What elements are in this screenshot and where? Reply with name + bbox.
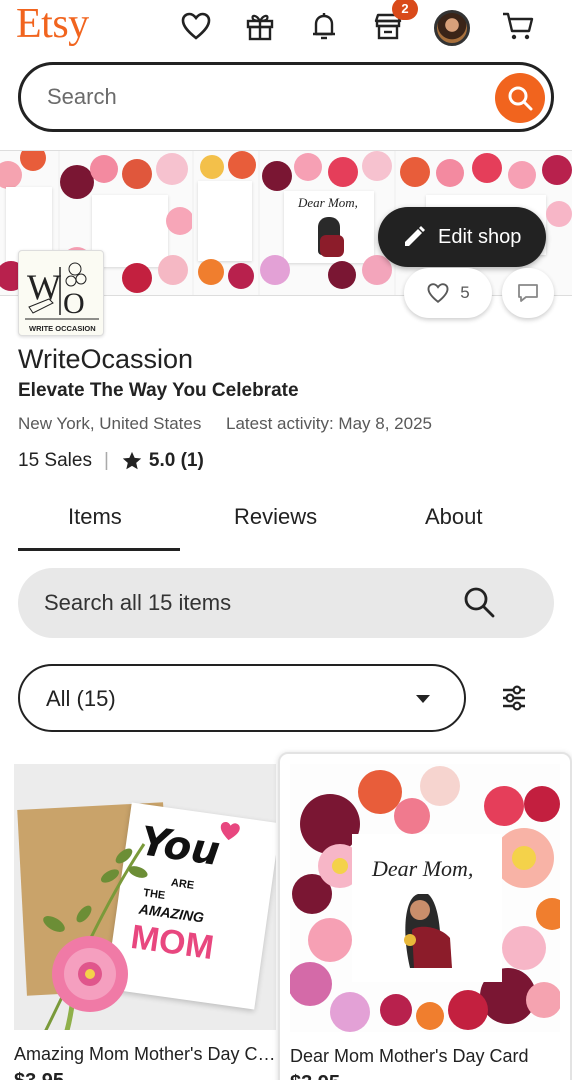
listing-title[interactable]: Dear Mom Mother's Day Card bbox=[290, 1046, 560, 1067]
notification-badge: 2 bbox=[392, 0, 418, 20]
shop-rating[interactable]: 5.0 (1) bbox=[149, 450, 204, 472]
star-icon bbox=[122, 451, 142, 470]
section-select-value: All (15) bbox=[46, 686, 116, 711]
latest-activity: Latest activity: May 8, 2025 bbox=[226, 414, 432, 433]
etsy-logo[interactable]: Etsy bbox=[16, 0, 89, 48]
banner-card-text: Dear Mom, bbox=[298, 195, 358, 210]
filter-button[interactable] bbox=[494, 680, 534, 716]
sliders-icon bbox=[503, 685, 525, 711]
bell-icon bbox=[313, 13, 335, 40]
active-tab-indicator bbox=[18, 548, 180, 551]
gift-button[interactable] bbox=[242, 8, 278, 44]
items-search-input[interactable] bbox=[44, 568, 444, 638]
favorites-count: 5 bbox=[460, 283, 470, 302]
favorites-button[interactable] bbox=[178, 8, 214, 44]
logo-letter-o: O bbox=[63, 287, 85, 320]
heart-icon bbox=[181, 12, 211, 40]
search-icon bbox=[508, 86, 533, 111]
items-search-bar bbox=[18, 568, 554, 638]
shop-location: New York, United States bbox=[18, 414, 202, 433]
banner-panel: Dear Mom, bbox=[260, 151, 394, 295]
listing-card[interactable]: Dear Mom, Dear Mom Mother's Day Card $3.… bbox=[278, 752, 572, 1080]
top-bar: Etsy 2 bbox=[0, 0, 572, 56]
gift-icon bbox=[246, 14, 274, 41]
tab-about[interactable]: About bbox=[425, 504, 483, 530]
shop-logo-art: W O WRITE OCCASION bbox=[25, 262, 99, 333]
listing-title[interactable]: Amazing Mom Mother's Day Card bbox=[14, 1044, 276, 1065]
heart-icon bbox=[427, 283, 449, 304]
shop-stats: 15 Sales | 5.0 (1) bbox=[18, 450, 204, 472]
avatar[interactable] bbox=[434, 10, 470, 46]
message-icon bbox=[518, 284, 538, 302]
edit-shop-button[interactable]: Edit shop bbox=[378, 207, 546, 267]
shop-tagline: Elevate The Way You Celebrate bbox=[18, 380, 299, 401]
tab-items[interactable]: Items bbox=[68, 504, 122, 530]
search-button[interactable] bbox=[495, 73, 545, 123]
search-icon[interactable] bbox=[462, 585, 496, 619]
listing-image[interactable]: Dear Mom, bbox=[290, 764, 560, 1032]
flower-illustration bbox=[43, 843, 148, 1030]
search-bar bbox=[18, 62, 554, 132]
logo-caption: WRITE OCCASION bbox=[29, 324, 96, 333]
cart-icon bbox=[503, 12, 534, 40]
favorite-shop-button[interactable]: 5 bbox=[404, 268, 492, 318]
divider: | bbox=[103, 450, 109, 471]
message-shop-button[interactable] bbox=[502, 268, 554, 318]
tab-reviews[interactable]: Reviews bbox=[234, 504, 317, 530]
shop-manager-button[interactable]: 2 bbox=[370, 0, 418, 44]
banner-panel bbox=[194, 151, 258, 295]
card-text: Dear Mom, bbox=[372, 856, 474, 881]
section-select[interactable]: All (15) bbox=[18, 664, 466, 732]
notifications-button[interactable] bbox=[306, 8, 342, 44]
shop-logo[interactable]: W O WRITE OCCASION bbox=[18, 250, 104, 336]
listing-image[interactable]: You ARE THE AMAZING MOM bbox=[14, 764, 276, 1030]
flower-frame-illustration bbox=[290, 766, 560, 1032]
edit-shop-label: Edit shop bbox=[438, 225, 522, 248]
listing-card[interactable]: You ARE THE AMAZING MOM Amazing Mom Moth… bbox=[0, 752, 276, 1080]
heart-icon bbox=[220, 821, 240, 841]
chevron-down-icon bbox=[416, 695, 430, 703]
search-input[interactable] bbox=[47, 65, 467, 129]
card-line-are: ARE bbox=[170, 876, 195, 892]
cart-button[interactable] bbox=[500, 8, 536, 44]
listing-price: $3.95 bbox=[14, 1070, 64, 1080]
listing-price: $3.95 bbox=[290, 1072, 340, 1080]
shop-name: WriteOcassion bbox=[18, 344, 194, 374]
sales-count: 15 Sales bbox=[18, 450, 92, 471]
pencil-icon bbox=[405, 226, 425, 246]
